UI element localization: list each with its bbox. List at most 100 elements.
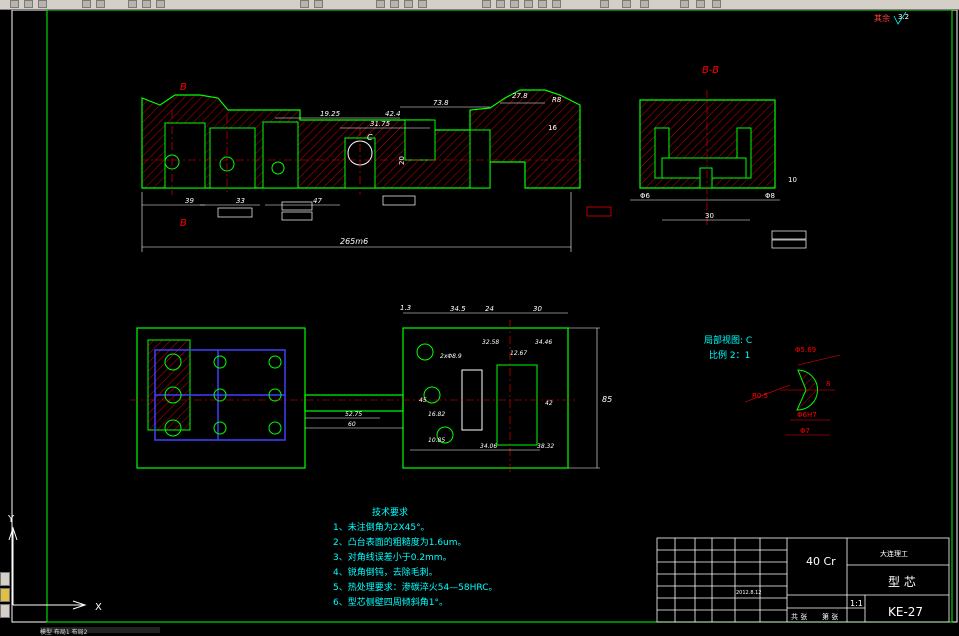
- dim-265: 265m6: [340, 237, 368, 246]
- title-scale: 1:1: [850, 599, 863, 608]
- plan-dim-34-5: 34.5: [450, 305, 466, 313]
- title-date: 2012.8.12: [736, 590, 761, 596]
- cut-icon[interactable]: [128, 0, 137, 8]
- plan-dim-32-58: 32.58: [482, 339, 499, 346]
- plan-dim-34-06: 34.06: [480, 443, 497, 450]
- detail-dim-569: Φ5.69: [795, 346, 816, 354]
- sun-icon[interactable]: [696, 0, 705, 8]
- floating-tool-3[interactable]: [0, 604, 10, 618]
- dim-30: 30: [705, 212, 714, 220]
- ucs-y-label: Y: [7, 514, 15, 525]
- dim-p6: Φ6: [640, 192, 651, 200]
- section-view: [630, 90, 780, 225]
- layer-state-icon[interactable]: [640, 0, 649, 8]
- zoom-icon[interactable]: [390, 0, 399, 8]
- tech-item-1: 1、未注倒角为2X45°。: [333, 521, 430, 533]
- drawing-canvas[interactable]: 其余 3.2 B B 265m6 39 33 47 19.25 42.4 73.…: [0, 10, 959, 633]
- dim-r8: R8: [552, 96, 562, 104]
- title-material: 40 Cr: [806, 555, 836, 568]
- plan-dim-34-46: 34.46: [535, 339, 552, 346]
- markup-icon[interactable]: [538, 0, 547, 8]
- plan-dim-1-3: 1.3: [400, 304, 411, 312]
- tolerance-frames: [217, 195, 807, 249]
- preview-icon[interactable]: [96, 0, 105, 8]
- other-roughness-symbol: 3.2: [898, 13, 909, 21]
- floating-tool-2[interactable]: [0, 588, 10, 602]
- detail-scale: 比例 2：1: [709, 349, 750, 361]
- title-sheet: 第 张: [822, 612, 838, 621]
- title-school: 大连理工: [880, 549, 908, 558]
- plan-dim-12-67: 12.67: [510, 350, 527, 357]
- plan-view: [130, 320, 575, 475]
- zoom-window-icon[interactable]: [404, 0, 413, 8]
- sheet-set-icon[interactable]: [524, 0, 533, 8]
- print-icon[interactable]: [82, 0, 91, 8]
- other-roughness-label: 其余: [874, 13, 890, 23]
- section-cut-label-top: B: [180, 82, 187, 93]
- redo-icon[interactable]: [314, 0, 323, 8]
- tech-item-4: 4、锐角倒钝，去除毛刺。: [333, 566, 438, 578]
- zoom-previous-icon[interactable]: [418, 0, 427, 8]
- layout-tabs[interactable]: 模型 布局1 布局2: [40, 627, 160, 636]
- detail-dim-8: 8: [826, 380, 830, 388]
- calculator-icon[interactable]: [552, 0, 561, 8]
- help-icon[interactable]: [600, 0, 609, 8]
- plan-dim-38-32: 38.32: [537, 443, 554, 450]
- lock-icon[interactable]: [712, 0, 721, 8]
- dim-39: 39: [185, 197, 194, 205]
- dim-p8: Φ8: [765, 192, 775, 200]
- title-part-name: 型 芯: [888, 575, 916, 589]
- plan-dim-16-82: 16.82: [428, 411, 445, 418]
- dim-20: 20: [398, 156, 406, 165]
- dim-19-25: 19.25: [320, 110, 341, 118]
- dim-16: 16: [548, 124, 557, 132]
- outer-frame: [11, 10, 958, 623]
- tech-item-5: 5、热处理要求：渗碳淬火54—58HRC。: [333, 581, 498, 593]
- tool-palette-icon[interactable]: [510, 0, 519, 8]
- drawing-svg[interactable]: 其余 3.2 B B 265m6 39 33 47 19.25 42.4 73.…: [0, 10, 959, 633]
- properties-icon[interactable]: [482, 0, 491, 8]
- layer-icon[interactable]: [622, 0, 631, 8]
- ucs-x-label: X: [95, 602, 102, 613]
- title-drawing-no: KE-27: [888, 605, 923, 619]
- tech-item-3: 3、对角线误差小于0.2mm。: [333, 551, 452, 563]
- undo-icon[interactable]: [300, 0, 309, 8]
- plan-dim-45: 45: [419, 397, 427, 404]
- pan-icon[interactable]: [376, 0, 385, 8]
- dim-27-8: 27.8: [512, 92, 528, 100]
- section-cut-label-bottom: B: [180, 218, 187, 229]
- detail-dim-7: Φ7: [800, 427, 810, 435]
- dim-73-8: 73.8: [433, 99, 449, 107]
- new-file-icon[interactable]: [10, 0, 19, 8]
- plan-dim-42: 42: [545, 400, 553, 407]
- dim-31-75: 31.75: [370, 120, 391, 128]
- open-file-icon[interactable]: [24, 0, 33, 8]
- plan-dim-24: 24: [485, 305, 494, 313]
- plan-dim-85: 85: [602, 395, 612, 404]
- detail-dim-r05: R0.5: [752, 392, 768, 400]
- save-icon[interactable]: [38, 0, 47, 8]
- copy-icon[interactable]: [142, 0, 151, 8]
- front-view: [140, 89, 585, 195]
- section-title: B-B: [702, 65, 719, 76]
- plan-dimensions: [305, 312, 600, 469]
- main-toolbar: [0, 0, 959, 10]
- title-sheets: 共 张: [791, 612, 807, 621]
- plan-dim-2xph: 2xΦ8.9: [440, 353, 462, 360]
- paste-icon[interactable]: [156, 0, 165, 8]
- dim-47: 47: [313, 197, 322, 205]
- design-center-icon[interactable]: [496, 0, 505, 8]
- detail-dim-6h7: Φ6H7: [797, 411, 817, 419]
- bulb-icon[interactable]: [680, 0, 689, 8]
- plan-dim-60: 60: [348, 421, 356, 428]
- floating-tool-1[interactable]: [0, 572, 10, 586]
- dim-c-label: C: [367, 133, 373, 142]
- detail-title: 局部视图: C: [704, 334, 752, 346]
- tech-title: 技术要求: [372, 506, 408, 518]
- plan-dim-52-75: 52.75: [345, 411, 362, 418]
- tech-item-2: 2、凸台表面的粗糙度为1.6um。: [333, 536, 467, 548]
- dim-10: 10: [788, 176, 797, 184]
- dim-42-4: 42.4: [385, 110, 401, 118]
- tech-item-6: 6、型芯侧壁四周倾斜角1°。: [333, 596, 448, 608]
- dim-33: 33: [236, 197, 245, 205]
